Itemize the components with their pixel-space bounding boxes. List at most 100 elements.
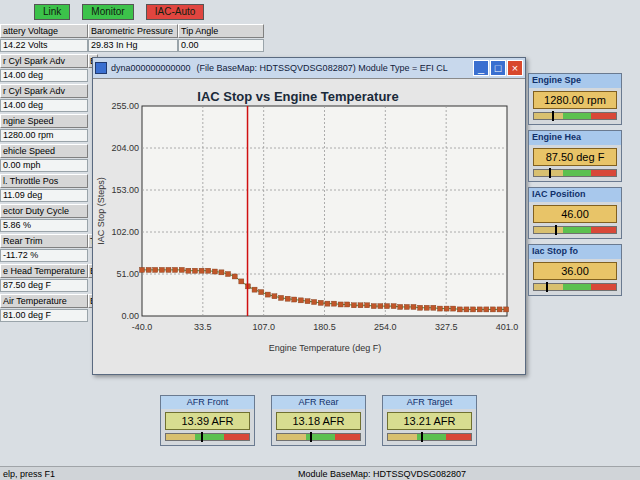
gauge-value: 0.00 mph <box>0 159 88 172</box>
gauge-title: IAC Position <box>529 188 621 202</box>
data-point[interactable] <box>159 267 164 272</box>
data-point[interactable] <box>272 294 277 299</box>
gauge-title: AFR Rear <box>272 396 365 409</box>
data-point[interactable] <box>338 302 343 307</box>
gauge-reading: 87.50 deg F <box>533 148 617 166</box>
data-point[interactable] <box>358 303 363 308</box>
data-point[interactable] <box>166 267 171 272</box>
data-point[interactable] <box>378 304 383 309</box>
gauge-label[interactable]: r Cyl Spark Adv <box>0 84 88 98</box>
gauge-value: 0.00 <box>178 39 264 52</box>
afr-gauge[interactable]: AFR Rear13.18 AFR <box>271 395 366 446</box>
data-point[interactable] <box>252 287 257 292</box>
gauge-label[interactable]: ehicle Speed <box>0 144 88 158</box>
data-point[interactable] <box>411 304 416 309</box>
data-point[interactable] <box>345 302 350 307</box>
data-point[interactable] <box>424 305 429 310</box>
data-point[interactable] <box>186 268 191 273</box>
side-gauge[interactable]: Engine Spe1280.00 rpm <box>528 73 622 125</box>
toolbar-button[interactable]: Monitor <box>82 4 133 20</box>
data-point[interactable] <box>384 304 389 309</box>
data-point[interactable] <box>305 299 310 304</box>
data-point[interactable] <box>153 267 158 272</box>
data-point[interactable] <box>391 304 396 309</box>
gauge-cell: e Head Temperature87.50 deg F <box>0 264 88 294</box>
data-point[interactable] <box>312 300 317 305</box>
data-point[interactable] <box>318 300 323 305</box>
grid-line <box>263 106 264 316</box>
gauge-label[interactable]: Tip Angle <box>178 24 264 38</box>
data-point[interactable] <box>226 272 231 277</box>
data-point[interactable] <box>279 295 284 300</box>
data-point[interactable] <box>451 306 456 311</box>
data-point[interactable] <box>371 304 376 309</box>
window-button[interactable]: _ <box>473 60 489 76</box>
data-point[interactable] <box>146 267 151 272</box>
toolbar: Link Monitor IAC-Auto <box>0 0 640 24</box>
data-point[interactable] <box>140 267 145 272</box>
data-point[interactable] <box>239 279 244 284</box>
data-point[interactable] <box>179 267 184 272</box>
gauge-label[interactable]: attery Voltage <box>0 24 88 38</box>
gauge-cell: ector Duty Cycle5.86 % <box>0 204 88 234</box>
app-icon <box>95 62 107 74</box>
data-point[interactable] <box>490 307 495 312</box>
data-point[interactable] <box>431 305 436 310</box>
data-point[interactable] <box>219 270 224 275</box>
gauge-label[interactable]: ngine Speed <box>0 114 88 128</box>
data-point[interactable] <box>298 298 303 303</box>
data-point[interactable] <box>232 274 237 279</box>
side-gauge[interactable]: Iac Stop fo36.00 <box>528 244 622 296</box>
data-point[interactable] <box>398 304 403 309</box>
x-tick-label: 254.0 <box>374 322 397 332</box>
chart-window[interactable]: dyna000000000000(File BaseMap: HDTSSQVDS… <box>92 57 526 375</box>
data-point[interactable] <box>192 268 197 273</box>
gauge-label[interactable]: l. Throttle Pos <box>0 174 88 188</box>
toolbar-button[interactable]: IAC-Auto <box>146 4 205 20</box>
data-point[interactable] <box>477 307 482 312</box>
data-point[interactable] <box>418 305 423 310</box>
gauge-value: 11.09 deg <box>0 189 88 202</box>
data-point[interactable] <box>437 306 442 311</box>
data-point[interactable] <box>404 304 409 309</box>
bar-mid-segment <box>563 227 592 233</box>
gauge-value: 81.00 deg F <box>0 309 88 322</box>
data-point[interactable] <box>471 307 476 312</box>
gauge-label[interactable]: Air Temperature <box>0 294 88 308</box>
data-point[interactable] <box>173 267 178 272</box>
y-tick-label: 102.00 <box>111 227 139 237</box>
window-button[interactable]: □ <box>490 60 506 76</box>
side-gauge[interactable]: Engine Hea87.50 deg F <box>528 130 622 182</box>
data-point[interactable] <box>365 303 370 308</box>
data-point[interactable] <box>199 268 204 273</box>
data-point[interactable] <box>259 290 264 295</box>
data-point[interactable] <box>497 307 502 312</box>
data-point[interactable] <box>332 301 337 306</box>
data-point[interactable] <box>325 301 330 306</box>
gauge-label[interactable]: ector Duty Cycle <box>0 204 88 218</box>
data-point[interactable] <box>464 307 469 312</box>
toolbar-button[interactable]: Link <box>34 4 70 20</box>
data-point[interactable] <box>292 297 297 302</box>
data-point[interactable] <box>351 303 356 308</box>
gauge-cell: r Cyl Spark Adv14.00 deg <box>0 54 88 84</box>
gauge-label[interactable]: Barometric Pressure <box>88 24 178 38</box>
data-point[interactable] <box>504 307 509 312</box>
cursor-line[interactable] <box>247 106 249 316</box>
gauge-label[interactable]: r Cyl Spark Adv <box>0 54 88 68</box>
data-point[interactable] <box>212 269 217 274</box>
window-title-bar[interactable]: dyna000000000000(File BaseMap: HDTSSQVDS… <box>93 58 525 78</box>
data-point[interactable] <box>265 292 270 297</box>
afr-gauge[interactable]: AFR Target13.21 AFR <box>382 395 477 446</box>
data-point[interactable] <box>484 307 489 312</box>
side-gauge[interactable]: IAC Position46.00 <box>528 187 622 239</box>
data-point[interactable] <box>444 306 449 311</box>
gauge-label[interactable]: e Head Temperature <box>0 264 88 278</box>
data-point[interactable] <box>285 296 290 301</box>
data-point[interactable] <box>457 307 462 312</box>
afr-gauge[interactable]: AFR Front13.39 AFR <box>160 395 255 446</box>
close-button[interactable]: × <box>507 60 523 76</box>
data-point[interactable] <box>206 268 211 273</box>
gauge-label[interactable]: Rear Trim <box>0 234 88 248</box>
bar-mid-segment <box>563 170 592 176</box>
